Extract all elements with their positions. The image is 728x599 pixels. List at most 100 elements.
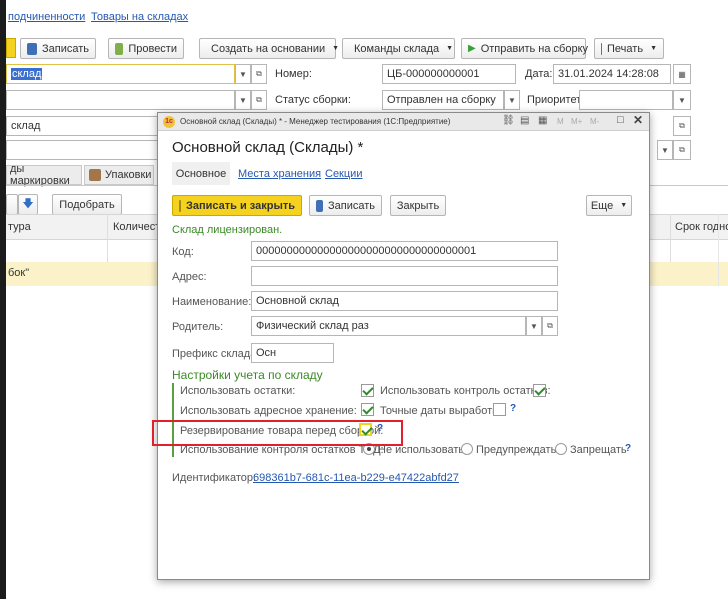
- save-and-close-label: Записать и закрыть: [186, 199, 296, 212]
- tab-sections[interactable]: Секции: [325, 168, 362, 180]
- warehouse-field[interactable]: склад: [6, 64, 235, 84]
- code-field[interactable]: 000000000000000000000000000000000001: [251, 241, 558, 261]
- calendar-small-icon[interactable]: ▦: [538, 115, 547, 126]
- arrow-down-icon: 🡇: [22, 198, 34, 210]
- identifier-link[interactable]: 698361b7-681c-11ea-b229-e47422abfd27: [253, 472, 459, 484]
- row3-open-icon[interactable]: ⧉: [673, 116, 691, 136]
- code-label: Код:: [172, 246, 194, 258]
- dialog-close-button[interactable]: Закрыть: [390, 195, 446, 216]
- printer-icon: [601, 42, 603, 55]
- memory-mminus-button[interactable]: M-: [590, 117, 599, 126]
- toolbar-accent-button[interactable]: [6, 38, 16, 58]
- prefix-label: Префикс склада:: [172, 348, 260, 360]
- priority-label: Приоритет:: [527, 94, 585, 106]
- date-value: 31.01.2024 14:28:08: [558, 68, 659, 80]
- close-icon[interactable]: ✕: [633, 113, 643, 127]
- row2-open-icon[interactable]: ⧉: [251, 90, 267, 110]
- dialog-save-button[interactable]: Записать: [309, 195, 382, 216]
- use-address-storage-checkbox[interactable]: [361, 403, 374, 416]
- post-document-icon: [115, 42, 124, 55]
- name-value: Основной склад: [256, 295, 339, 307]
- save-label: Записать: [41, 42, 89, 55]
- exact-dates-checkbox[interactable]: [493, 403, 506, 416]
- address-field[interactable]: [251, 266, 558, 286]
- radio-forbid-label: Запрещать: [570, 444, 627, 456]
- status-label: Статус сборки:: [275, 94, 351, 106]
- pick-label: Подобрать: [59, 198, 115, 211]
- dropdown-arrow-icon: ▼: [332, 45, 340, 52]
- right-grey-line: [718, 214, 719, 286]
- print-button[interactable]: Печать ▼: [594, 38, 664, 59]
- play-arrow-icon: ▶: [468, 43, 476, 54]
- warehouse-commands-label: Команды склада: [354, 42, 440, 55]
- memory-m-button[interactable]: M: [557, 117, 564, 126]
- calendar-icon[interactable]: ▦: [673, 64, 691, 84]
- grid-icon[interactable]: ▤: [520, 115, 529, 126]
- tab-storage-places[interactable]: Места хранения: [238, 168, 321, 180]
- status-value: Отправлен на сборку: [387, 94, 496, 106]
- number-field[interactable]: ЦБ-000000000001: [382, 64, 516, 84]
- use-remains-label: Использовать остатки:: [180, 385, 296, 397]
- radio-warn[interactable]: [461, 443, 473, 455]
- priority-field[interactable]: [579, 90, 673, 110]
- radio-forbid[interactable]: [555, 443, 567, 455]
- dialog-heading: Основной склад (Склады) *: [172, 139, 364, 156]
- tsd-help-icon[interactable]: ?: [625, 443, 631, 454]
- tab-marking[interactable]: ды маркировки: [6, 163, 82, 187]
- row4-dropdown-icon[interactable]: ▼: [657, 140, 673, 160]
- tab-main-label: Основное: [175, 167, 227, 180]
- tab-main[interactable]: Основное: [172, 162, 230, 185]
- radio-warn-label: Предупреждать: [476, 444, 557, 456]
- pick-button[interactable]: Подобрать: [52, 194, 122, 215]
- col-quantity[interactable]: Количест: [113, 221, 160, 233]
- dropdown-arrow-icon: ▼: [620, 202, 628, 209]
- row2-field[interactable]: [6, 90, 235, 110]
- move-down-button[interactable]: 🡇: [18, 194, 38, 215]
- tab-packages[interactable]: Упаковки: [84, 165, 154, 185]
- warehouse-open-icon[interactable]: ⧉: [251, 64, 267, 84]
- parent-dropdown-icon[interactable]: ▼: [526, 316, 542, 336]
- red-highlight-box: [152, 420, 403, 446]
- link-icon[interactable]: ⛓: [502, 115, 515, 126]
- name-field[interactable]: Основной склад: [251, 291, 558, 311]
- use-remains-checkbox[interactable]: [361, 384, 374, 397]
- row3-field[interactable]: склад: [6, 116, 160, 136]
- parent-label: Родитель:: [172, 321, 224, 333]
- dialog-window-title: Основной склад (Склады) * - Менеджер тес…: [180, 117, 451, 126]
- use-remains-control-checkbox[interactable]: [533, 384, 546, 397]
- date-field[interactable]: 31.01.2024 14:28:08: [553, 64, 671, 84]
- create-based-on-button[interactable]: Создать на основании ▼: [199, 38, 340, 59]
- post-button[interactable]: Провести: [108, 38, 184, 59]
- exact-dates-help-icon[interactable]: ?: [510, 403, 516, 414]
- prefix-field[interactable]: Осн: [251, 343, 334, 363]
- warehouse-value: склад: [11, 68, 43, 80]
- table-tool-button[interactable]: [6, 194, 18, 215]
- save-and-close-button[interactable]: Записать и закрыть: [172, 195, 302, 216]
- parent-field[interactable]: Физический склад раз: [251, 316, 526, 336]
- col-nomenclature[interactable]: тура: [8, 221, 31, 233]
- maximize-icon[interactable]: □: [617, 114, 624, 126]
- col-expiry[interactable]: Срок годнос: [675, 221, 728, 233]
- number-label: Номер:: [275, 68, 312, 80]
- status-dropdown-icon[interactable]: ▼: [504, 90, 520, 110]
- row4-open-icon[interactable]: ⧉: [673, 140, 691, 160]
- link-subordination[interactable]: подчиненности: [8, 11, 85, 23]
- address-label: Адрес:: [172, 271, 207, 283]
- warehouse-commands-button[interactable]: Команды склада ▼: [342, 38, 455, 59]
- save-button[interactable]: Записать: [20, 38, 96, 59]
- row4-field[interactable]: [6, 140, 160, 160]
- send-to-assembly-button[interactable]: ▶ Отправить на сборку: [461, 38, 588, 59]
- row2-dropdown-icon[interactable]: ▼: [235, 90, 251, 110]
- create-based-label: Создать на основании: [211, 42, 326, 55]
- code-value: 000000000000000000000000000000000001: [256, 245, 477, 257]
- warehouse-dropdown-icon[interactable]: ▼: [235, 64, 251, 84]
- dropdown-arrow-icon: ▼: [650, 45, 657, 52]
- priority-dropdown-icon[interactable]: ▼: [673, 90, 691, 110]
- parent-open-icon[interactable]: ⧉: [542, 316, 558, 336]
- print-label: Печать: [607, 42, 644, 55]
- link-goods-in-warehouses[interactable]: Товары на складах: [91, 11, 188, 23]
- more-button[interactable]: Еще ▼: [586, 195, 632, 216]
- status-field[interactable]: Отправлен на сборку: [382, 90, 504, 110]
- memory-mplus-button[interactable]: M+: [571, 117, 582, 126]
- tab-marking-label: ды маркировки: [10, 163, 70, 187]
